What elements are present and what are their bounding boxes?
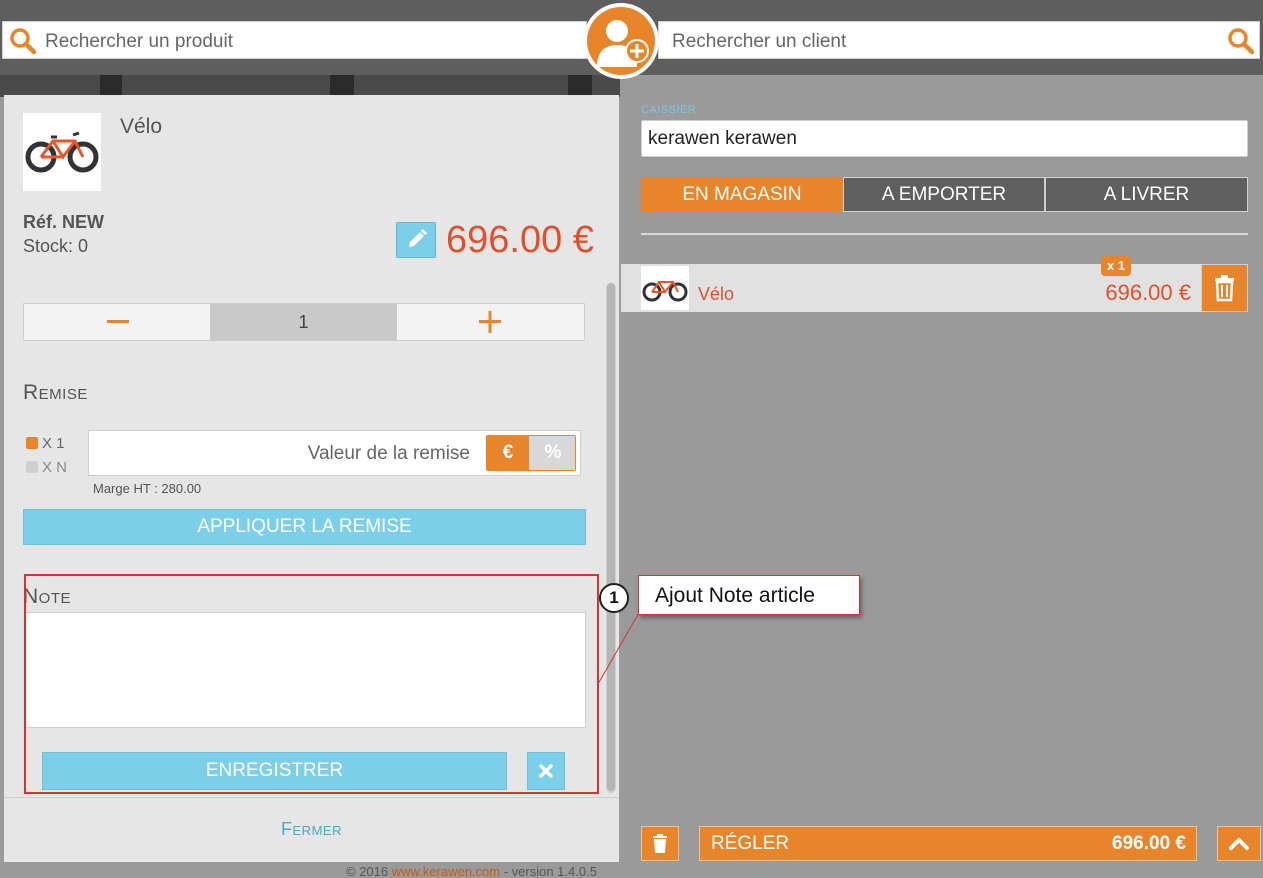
pencil-icon [409,229,427,247]
cart-item-price: 696.00 € [1105,280,1191,305]
minus-icon [107,320,129,323]
product-price: 696.00 € [446,219,594,261]
cart-item-row[interactable]: Vélo x 1 696.00 € [621,256,1248,312]
cart-item-name: Vélo [698,284,735,304]
close-modal-link[interactable]: Fermer [4,819,619,840]
cart-item-image [641,266,689,310]
unit-euro-button[interactable]: € [487,436,529,470]
unit-percent-button[interactable]: % [529,436,575,470]
discount-option-x1-label: X 1 [42,435,65,452]
background-strip [0,75,620,97]
product-image [23,113,101,191]
quantity-value[interactable]: 1 [210,304,397,340]
discount-option-x1[interactable]: X 1 [26,435,65,452]
delivery-mode-tabs: EN MAGASIN A EMPORTER A LIVRER [641,177,1248,212]
footer: © 2016 www.kerawen.com - version 1.4.0.5 [346,864,597,878]
modal-divider [4,797,619,798]
trash-icon [653,834,667,853]
product-reference: Réf. NEW [23,212,104,232]
expand-button[interactable] [1217,826,1261,861]
callout-number: 1 [599,583,629,613]
product-detail-modal: Vélo Réf. NEW Stock: 0 696.00 € 1 Remise… [4,95,619,862]
footer-link[interactable]: www.kerawen.com [392,864,500,878]
client-search-placeholder: Rechercher un client [672,31,847,52]
trash-icon [1215,275,1234,302]
bicycle-icon [642,281,688,302]
cashier-label: CAISSIER [641,104,697,116]
tab-a-livrer[interactable]: A LIVRER [1045,177,1248,212]
tab-en-magasin[interactable]: EN MAGASIN [641,177,843,212]
bicycle-icon [25,131,99,173]
scrollbar-thumb[interactable] [607,283,615,791]
footer-version: - version 1.4.0.5 [500,864,597,878]
remise-title: Remise [23,381,88,404]
cart-item-qty-badge: x 1 [1101,256,1131,276]
cart-divider [641,233,1248,235]
remise-value-input[interactable]: Valeur de la remise € % [88,430,581,476]
discount-unit-toggle: € % [486,435,576,471]
pay-total: 696.00 € [1112,833,1186,854]
tab-a-emporter[interactable]: A EMPORTER [843,177,1045,212]
edit-price-button[interactable] [396,222,436,258]
modal-scrollbar[interactable] [606,283,616,793]
product-stock: Stock: 0 [23,236,89,256]
checkbox-checked-icon [26,437,38,449]
quantity-stepper: 1 [23,303,585,341]
margin-text: Marge HT : 280.00 [93,481,202,496]
pay-button-label: RÉGLER [711,833,790,854]
client-search-input[interactable]: Rechercher un client [658,21,1260,59]
product-title: Vélo [120,115,163,138]
product-search-placeholder: Rechercher un produit [45,31,233,52]
clear-cart-button[interactable] [641,826,679,861]
cashier-field[interactable]: kerawen kerawen [641,120,1248,157]
increase-quantity-button[interactable] [397,304,584,340]
search-icon [10,28,37,55]
annotation-highlight-box [24,574,599,794]
discount-option-xn-label: X N [42,459,68,476]
chevron-up-icon [1229,838,1249,850]
remise-placeholder: Valeur de la remise [307,443,470,464]
product-search-input[interactable]: Rechercher un produit [2,21,587,59]
discount-option-xn[interactable]: X N [26,459,67,476]
add-user-icon [597,20,649,67]
callout-label-box: Ajout Note article [638,575,860,615]
search-icon [1228,28,1255,55]
decrease-quantity-button[interactable] [24,304,210,340]
plus-icon [479,311,501,333]
footer-copyright: © 2016 [346,864,392,878]
callout-text: Ajout Note article [655,584,815,607]
apply-discount-button[interactable]: APPLIQUER LA REMISE [23,509,586,545]
add-client-button[interactable] [583,3,659,79]
pay-button[interactable]: RÉGLER 696.00 € [699,826,1197,861]
delete-cart-item-button[interactable] [1201,264,1248,312]
checkbox-unchecked-icon [26,461,38,473]
